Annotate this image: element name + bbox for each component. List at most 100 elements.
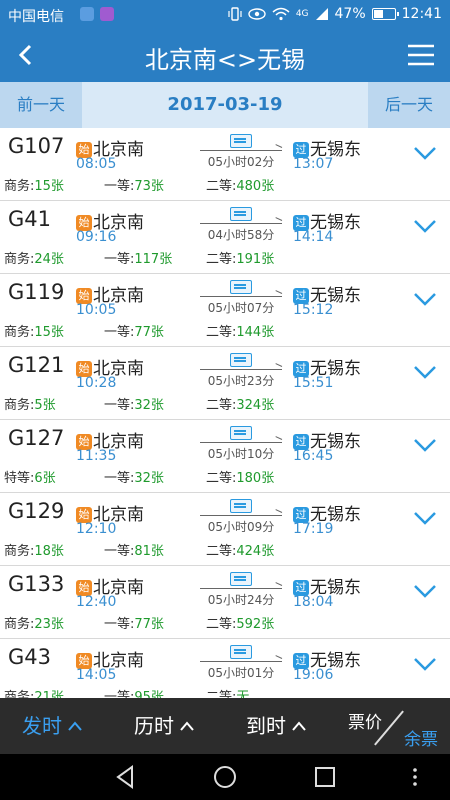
wifi-icon: [272, 7, 290, 21]
prev-day-button[interactable]: 前一天: [0, 82, 82, 128]
departure-time: 11:35: [76, 448, 117, 464]
seat-count: 191张: [236, 252, 275, 267]
train-row[interactable]: G129 始北京南 12:10 05小时09分过无锡东 17:19 商务:18张 一等:81…: [0, 493, 450, 566]
arrow-icon: [200, 515, 282, 516]
current-date[interactable]: 2017-03-19: [82, 82, 368, 128]
chevron-up-icon: [180, 721, 194, 731]
seat-class-label: 二等:: [206, 471, 237, 486]
sort-depart-button[interactable]: 发时: [22, 698, 82, 754]
seat-count: 32张: [134, 471, 164, 486]
seat-count: 15张: [34, 325, 64, 340]
seat-count: 5张: [34, 398, 56, 413]
sort-duration-button[interactable]: 历时: [134, 698, 194, 754]
duration-text: 05小时07分: [207, 301, 275, 315]
sort-arrive-button[interactable]: 到时: [246, 698, 306, 754]
seat-count: 424张: [236, 544, 275, 559]
seat-class-3: 二等:592张: [206, 613, 274, 632]
more-vertical-icon[interactable]: [402, 764, 428, 790]
train-list[interactable]: G107 始北京南 08:05 05小时02分过无锡东 13:07 商务:15张 一等:73…: [0, 128, 450, 698]
next-day-button[interactable]: 后一天: [368, 82, 450, 128]
vibrate-icon: [228, 7, 242, 21]
notification-app-icon: [80, 7, 94, 21]
status-right: 4G 47% 12:41: [228, 6, 442, 22]
trip-duration: 05小时23分: [200, 353, 282, 393]
seat-class-2: 一等:32张: [104, 467, 164, 486]
seat-count: 144张: [236, 325, 275, 340]
seat-class-3: 二等:无: [206, 686, 249, 698]
seat-count: 73张: [134, 179, 164, 194]
trip-duration: 05小时10分: [200, 426, 282, 466]
chevron-down-icon[interactable]: [412, 582, 438, 600]
train-number: G43: [8, 645, 51, 669]
arrival-time: 17:19: [293, 521, 334, 537]
app-header: 北京南<>无锡: [0, 30, 450, 82]
train-row[interactable]: G133 始北京南 12:40 05小时24分过无锡东 18:04 商务:23张 一等:77…: [0, 566, 450, 639]
trip-duration: 05小时02分: [200, 134, 282, 174]
chevron-down-icon[interactable]: [412, 217, 438, 235]
arrival-time: 15:51: [293, 375, 334, 391]
seat-count: 24张: [34, 252, 64, 267]
chevron-down-icon[interactable]: [412, 436, 438, 454]
seat-class-2: 一等:81张: [104, 540, 164, 559]
duration-text: 05小时09分: [207, 520, 275, 534]
chevron-down-icon[interactable]: [412, 290, 438, 308]
clock: 12:41: [401, 6, 442, 22]
chevron-down-icon[interactable]: [412, 363, 438, 381]
train-row[interactable]: G41 始北京南 09:16 04小时58分过无锡东 14:14 商务:24张 一等:117…: [0, 201, 450, 274]
seat-count: 32张: [134, 398, 164, 413]
seat-class-3: 二等:324张: [206, 394, 274, 413]
sort-price-label: 票价: [348, 713, 382, 733]
seat-class-1: 商务:15张: [4, 321, 64, 340]
train-row[interactable]: G119 始北京南 10:05 05小时07分过无锡东 15:12 商务:15张 一等:77…: [0, 274, 450, 347]
departure-time: 14:05: [76, 667, 117, 683]
seat-class-2: 一等:77张: [104, 613, 164, 632]
seat-class-label: 二等:: [206, 325, 237, 340]
home-circle-icon[interactable]: [212, 764, 238, 790]
sort-price-remaining-toggle[interactable]: 票价 余票: [344, 698, 450, 754]
departure-time: 09:16: [76, 229, 117, 245]
seat-class-label: 一等:: [104, 690, 135, 698]
chevron-down-icon[interactable]: [412, 144, 438, 162]
seat-class-label: 商务:: [4, 398, 35, 413]
signal-icon: [315, 8, 328, 20]
back-triangle-icon[interactable]: [112, 764, 138, 790]
seat-count: 180张: [236, 471, 275, 486]
recents-square-icon[interactable]: [312, 764, 338, 790]
seat-count: 324张: [236, 398, 275, 413]
date-navigator: 前一天 2017-03-19 后一天: [0, 82, 450, 128]
train-row[interactable]: G107 始北京南 08:05 05小时02分过无锡东 13:07 商务:15张 一等:73…: [0, 128, 450, 201]
sort-remaining-label: 余票: [404, 730, 438, 750]
seat-class-label: 商务:: [4, 617, 35, 632]
seat-class-1: 商务:21张: [4, 686, 64, 698]
sort-bar: 发时 历时 到时 票价 余票: [0, 698, 450, 754]
seat-class-2: 一等:95张: [104, 686, 164, 698]
seat-count: 480张: [236, 179, 275, 194]
seat-class-label: 二等:: [206, 398, 237, 413]
sort-arrive-label: 到时: [246, 714, 286, 738]
seat-count: 81张: [134, 544, 164, 559]
chevron-down-icon[interactable]: [412, 655, 438, 673]
sort-duration-label: 历时: [134, 714, 174, 738]
seat-class-label: 商务:: [4, 252, 35, 267]
seat-class-label: 一等:: [104, 471, 135, 486]
seat-count: 592张: [236, 617, 275, 632]
train-number: G133: [8, 572, 65, 596]
seat-class-label: 一等:: [104, 617, 135, 632]
seat-class-1: 商务:5张: [4, 394, 56, 413]
seat-class-1: 商务:18张: [4, 540, 64, 559]
arrival-time: 13:07: [293, 156, 334, 172]
status-bar: 中国电信 4G 47% 12:41: [0, 0, 450, 30]
train-row[interactable]: G121 始北京南 10:28 05小时23分过无锡东 15:51 商务:5张 一等:32张…: [0, 347, 450, 420]
ticket-icon: [230, 207, 252, 221]
seat-class-2: 一等:73张: [104, 175, 164, 194]
page-title: 北京南<>无锡: [144, 46, 306, 74]
arrow-icon: [200, 150, 282, 151]
chevron-down-icon[interactable]: [412, 509, 438, 527]
seat-count: 23张: [34, 617, 64, 632]
menu-icon[interactable]: [406, 42, 436, 68]
train-row[interactable]: G43 始北京南 14:05 05小时01分过无锡东 19:06 商务:21张 一等:95张…: [0, 639, 450, 698]
seat-class-3: 二等:424张: [206, 540, 274, 559]
ticket-icon: [230, 280, 252, 294]
eye-icon: [248, 8, 266, 20]
train-row[interactable]: G127 始北京南 11:35 05小时10分过无锡东 16:45 特等:6张 一等:32张…: [0, 420, 450, 493]
